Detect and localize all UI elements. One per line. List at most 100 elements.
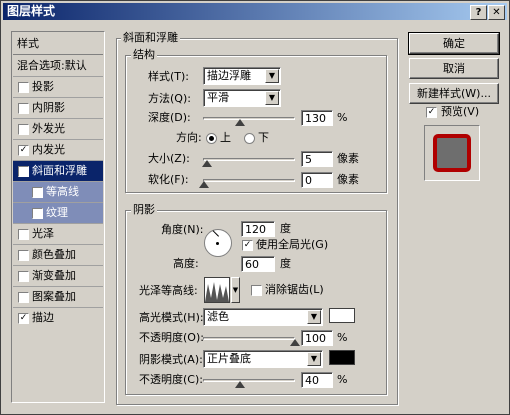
structure-title: 结构 xyxy=(131,48,157,62)
sidebar-item-stroke[interactable]: ✓ 描边 xyxy=(13,308,103,329)
size-slider-thumb[interactable] xyxy=(202,160,212,167)
shadow-opacity-input[interactable]: 40 xyxy=(301,372,333,388)
color-overlay-checkbox[interactable] xyxy=(18,250,29,261)
global-light-checkbox[interactable]: ✓ xyxy=(242,240,253,251)
style-list-header-label: 样式 xyxy=(17,37,39,50)
direction-down-label: 下 xyxy=(258,131,269,144)
highlight-opacity-unit: % xyxy=(337,331,348,344)
soften-input[interactable]: 0 xyxy=(301,172,333,188)
help-button[interactable]: ? xyxy=(470,5,487,20)
highlight-mode-select[interactable]: 滤色 ▼ xyxy=(203,308,323,326)
title-bar: 图层样式 ? ✕ xyxy=(3,3,507,20)
technique-select-value: 平滑 xyxy=(207,91,229,104)
ok-button[interactable]: 确定 xyxy=(408,32,500,55)
angle-dial[interactable] xyxy=(204,229,232,257)
preview-thumbnail xyxy=(424,125,480,181)
antialias-checkbox[interactable] xyxy=(251,285,262,296)
direction-down-radio[interactable] xyxy=(244,133,255,144)
shadow-opacity-slider-track[interactable] xyxy=(203,379,295,382)
cancel-button[interactable]: 取消 xyxy=(409,58,499,79)
new-style-button[interactable]: 新建样式(W)... xyxy=(409,83,499,104)
inner-shadow-checkbox[interactable] xyxy=(18,103,29,114)
bevel-emboss-checkbox[interactable]: ✓ xyxy=(18,166,29,177)
shadow-mode-select[interactable]: 正片叠底 ▼ xyxy=(203,350,323,368)
shadow-opacity-unit: % xyxy=(337,373,348,386)
inner-glow-checkbox[interactable]: ✓ xyxy=(18,145,29,156)
sidebar-item-pattern-overlay[interactable]: 图案叠加 xyxy=(13,287,103,308)
sidebar-item-label: 外发光 xyxy=(32,122,65,135)
stroke-checkbox[interactable]: ✓ xyxy=(18,313,29,324)
sidebar-item-inner-shadow[interactable]: 内阴影 xyxy=(13,98,103,119)
sidebar-item-satin[interactable]: 光泽 xyxy=(13,224,103,245)
gloss-contour-dropdown[interactable]: ▼ xyxy=(231,277,240,303)
soften-label: 软化(F): xyxy=(148,173,189,186)
sidebar-item-label: 斜面和浮雕 xyxy=(32,164,87,177)
depth-input[interactable]: 130 xyxy=(301,110,333,126)
depth-slider-track[interactable] xyxy=(203,117,295,120)
antialias-label: 消除锯齿(L) xyxy=(265,283,324,296)
chevron-down-icon: ▼ xyxy=(307,352,321,366)
sidebar-item-label: 图案叠加 xyxy=(32,290,76,303)
depth-slider-thumb[interactable] xyxy=(235,119,245,126)
direction-label: 方向: xyxy=(176,131,202,144)
altitude-label: 高度: xyxy=(173,257,199,270)
style-list: 样式 混合选项:默认 投影 内阴影 外发光 ✓ 内发光 ✓ 斜面和浮雕 ✓ 等高… xyxy=(11,31,105,403)
shadow-opacity-slider-thumb[interactable] xyxy=(235,381,245,388)
highlight-color-swatch[interactable] xyxy=(329,308,355,323)
technique-label: 方法(Q): xyxy=(148,92,191,105)
sidebar-item-texture[interactable]: 纹理 xyxy=(13,203,103,224)
close-button[interactable]: ✕ xyxy=(488,5,505,20)
sidebar-item-drop-shadow[interactable]: 投影 xyxy=(13,77,103,98)
gloss-contour-swatch[interactable] xyxy=(204,277,230,303)
gradient-overlay-checkbox[interactable] xyxy=(18,271,29,282)
sidebar-item-label: 描边 xyxy=(32,311,54,324)
sidebar-item-contour[interactable]: ✓ 等高线 xyxy=(13,182,103,203)
sidebar-item-gradient-overlay[interactable]: 渐变叠加 xyxy=(13,266,103,287)
sidebar-item-label: 颜色叠加 xyxy=(32,248,76,261)
preview-swatch xyxy=(433,134,471,172)
contour-curve-icon xyxy=(205,282,229,302)
sidebar-item-inner-glow[interactable]: ✓ 内发光 xyxy=(13,140,103,161)
shadow-mode-value: 正片叠底 xyxy=(207,352,251,365)
shadow-mode-label: 阴影模式(A): xyxy=(139,353,203,366)
sidebar-item-outer-glow[interactable]: 外发光 xyxy=(13,119,103,140)
soften-slider-thumb[interactable] xyxy=(199,181,209,188)
shadow-color-swatch[interactable] xyxy=(329,350,355,365)
highlight-opacity-input[interactable]: 100 xyxy=(301,330,333,346)
altitude-input[interactable]: 60 xyxy=(241,256,275,272)
angle-unit: 度 xyxy=(280,222,291,235)
size-slider-track[interactable] xyxy=(203,158,295,161)
style-select[interactable]: 描边浮雕 ▼ xyxy=(203,67,281,85)
highlight-opacity-slider-track[interactable] xyxy=(203,337,295,340)
sidebar-item-bevel-emboss[interactable]: ✓ 斜面和浮雕 xyxy=(13,161,103,182)
style-select-value: 描边浮雕 xyxy=(207,69,251,82)
sidebar-item-label: 渐变叠加 xyxy=(32,269,76,282)
contour-checkbox[interactable]: ✓ xyxy=(32,187,43,198)
shading-title: 阴影 xyxy=(131,203,157,217)
technique-select[interactable]: 平滑 ▼ xyxy=(203,89,281,107)
shadow-opacity-label: 不透明度(C): xyxy=(139,373,203,386)
preview-label: 预览(V) xyxy=(441,105,480,118)
drop-shadow-checkbox[interactable] xyxy=(18,82,29,93)
pattern-overlay-checkbox[interactable] xyxy=(18,292,29,303)
size-input[interactable]: 5 xyxy=(301,151,333,167)
sidebar-item-label: 混合选项:默认 xyxy=(17,59,87,72)
depth-unit: % xyxy=(337,111,348,124)
texture-checkbox[interactable] xyxy=(32,208,43,219)
highlight-opacity-slider-thumb[interactable] xyxy=(290,339,300,346)
sidebar-item-blend-options[interactable]: 混合选项:默认 xyxy=(13,56,103,77)
direction-up-label: 上 xyxy=(220,131,231,144)
chevron-down-icon: ▼ xyxy=(265,69,279,83)
satin-checkbox[interactable] xyxy=(18,229,29,240)
size-unit: 像素 xyxy=(337,152,359,165)
soften-unit: 像素 xyxy=(337,173,359,186)
highlight-opacity-label: 不透明度(O): xyxy=(139,331,204,344)
direction-up-radio[interactable] xyxy=(206,133,217,144)
soften-slider-track[interactable] xyxy=(203,179,295,182)
altitude-unit: 度 xyxy=(280,257,291,270)
preview-checkbox[interactable]: ✓ xyxy=(426,107,437,118)
gloss-contour-label: 光泽等高线: xyxy=(139,284,198,297)
angle-input[interactable]: 120 xyxy=(241,221,275,237)
sidebar-item-color-overlay[interactable]: 颜色叠加 xyxy=(13,245,103,266)
outer-glow-checkbox[interactable] xyxy=(18,124,29,135)
